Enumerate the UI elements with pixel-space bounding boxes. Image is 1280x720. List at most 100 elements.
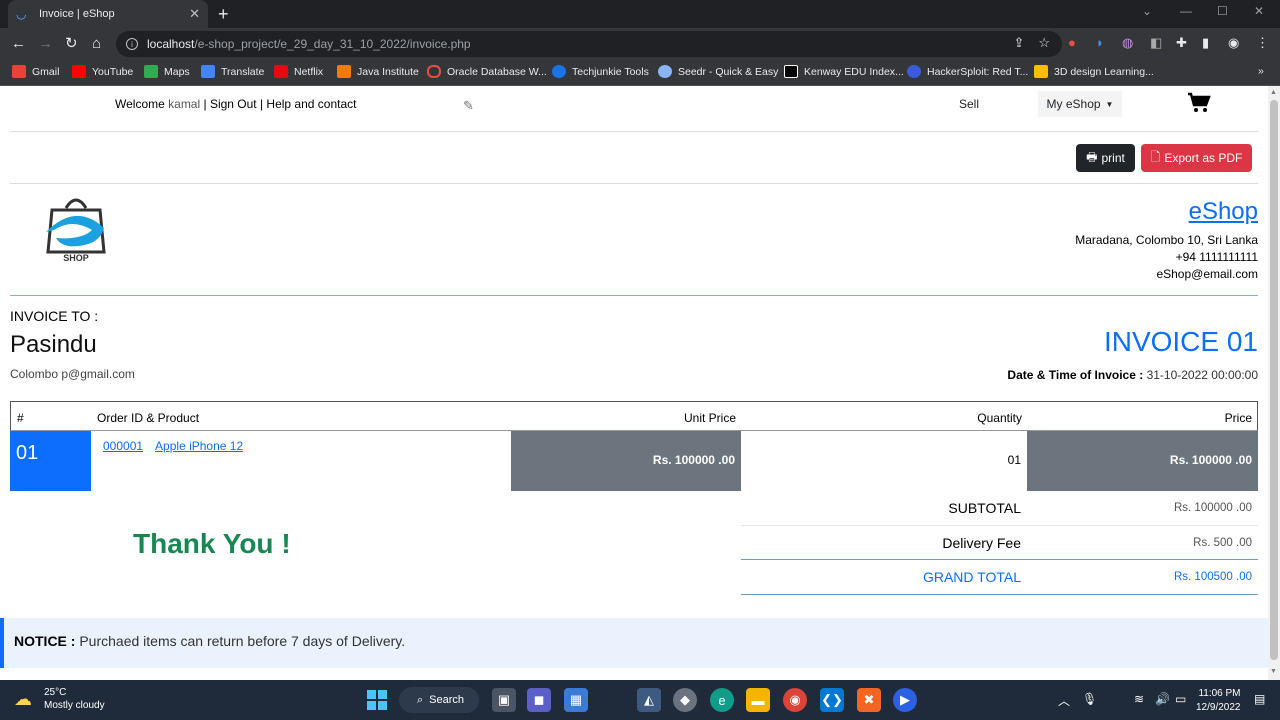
- windows-logo-icon: [367, 690, 387, 710]
- order-id-link[interactable]: 000001: [103, 439, 143, 453]
- extension-icon[interactable]: ◗: [1096, 34, 1104, 52]
- chrome-icon[interactable]: ◉: [783, 688, 807, 712]
- tab-search-icon[interactable]: ⌄: [1142, 4, 1152, 18]
- divider: [741, 594, 1258, 595]
- xampp-icon[interactable]: ✖: [857, 688, 881, 712]
- notification-icon[interactable]: ▤: [1254, 692, 1265, 706]
- microphone-icon[interactable]: 🎙: [1082, 692, 1097, 706]
- bookmark-youtube[interactable]: YouTube: [72, 65, 133, 78]
- grand-total-value: Rs. 100500 .00: [1173, 571, 1252, 583]
- shop-email: eShop@email.com: [1156, 267, 1258, 281]
- seedr-icon: [658, 65, 672, 78]
- sell-link[interactable]: Sell: [959, 97, 979, 111]
- zoom-icon[interactable]: ▶: [893, 688, 917, 712]
- task-view-icon[interactable]: ▣: [492, 688, 516, 712]
- taskbar-search[interactable]: ⌕ Search: [399, 687, 479, 713]
- product-link[interactable]: Apple iPhone 12: [155, 439, 243, 453]
- column-header-unit-price: Unit Price: [683, 411, 736, 425]
- store-icon[interactable]: ▦: [564, 688, 588, 712]
- row-price: Rs. 100000 .00: [1027, 431, 1258, 491]
- menu-kebab-icon[interactable]: ⋮: [1256, 34, 1269, 52]
- bookmark-oracle[interactable]: Oracle Database W...: [427, 65, 547, 78]
- page-scrollbar[interactable]: ▲ ▼: [1268, 86, 1280, 680]
- extension-icon[interactable]: ●: [1068, 34, 1076, 52]
- minimize-icon[interactable]: —: [1180, 4, 1192, 18]
- bookmark-netflix[interactable]: Netflix: [274, 65, 323, 78]
- pencil-icon: ✎: [463, 98, 474, 113]
- site-info-icon[interactable]: i: [126, 38, 138, 50]
- oracle-icon: [427, 65, 441, 78]
- search-icon: ⌕: [417, 693, 424, 706]
- thank-you-text: Thank You !: [133, 528, 291, 559]
- welcome-text: Welcome kamal | Sign Out | Help and cont…: [115, 97, 357, 111]
- column-header-product: Order ID & Product: [97, 411, 200, 425]
- shield-icon[interactable]: ◆: [673, 688, 697, 712]
- techjunkie-icon: [552, 65, 566, 78]
- shop-address: Maradana, Colombo 10, Sri Lanka: [1075, 233, 1258, 247]
- weather-desc: Mostly cloudy: [44, 700, 105, 711]
- back-icon[interactable]: ←: [11, 34, 26, 54]
- invoice-number: INVOICE 01: [1103, 326, 1258, 357]
- weather-widget[interactable]: ☁ 25°C Mostly cloudy: [14, 686, 105, 712]
- file-explorer-icon[interactable]: ▬: [746, 688, 770, 712]
- maps-icon: [144, 65, 158, 78]
- java-icon: [337, 65, 351, 78]
- invoice-page: Welcome kamal | Sign Out | Help and cont…: [0, 86, 1268, 680]
- start-button[interactable]: [365, 688, 389, 712]
- bookmark-hackersploit[interactable]: HackerSploit: Red T...: [907, 65, 1028, 78]
- cart-icon[interactable]: [1187, 92, 1211, 119]
- vscode-icon[interactable]: ❮❯: [820, 688, 844, 712]
- print-button[interactable]: 🖶 print: [1076, 144, 1135, 172]
- extension-icon[interactable]: ◧: [1150, 34, 1162, 52]
- bookmark-maps[interactable]: Maps: [144, 65, 190, 78]
- close-tab-icon[interactable]: ✕: [189, 6, 200, 22]
- home-icon[interactable]: ⌂: [92, 34, 101, 54]
- battery-icon[interactable]: ▭: [1175, 692, 1186, 706]
- column-header-price: Price: [1224, 411, 1252, 425]
- bookmark-star-icon[interactable]: ☆: [1038, 35, 1050, 51]
- bookmark-seedr[interactable]: Seedr - Quick & Easy: [658, 65, 778, 78]
- delivery-label: Delivery Fee: [942, 535, 1021, 551]
- windows-taskbar: ☁ 25°C Mostly cloudy ⌕ Search ▣ ◼ ▦ ◭ ◆ e…: [0, 680, 1280, 720]
- bookmark-kenway[interactable]: Kenway EDU Index...: [784, 65, 904, 78]
- new-tab-icon[interactable]: +: [218, 4, 229, 24]
- header-links[interactable]: | Sign Out | Help and contact: [200, 97, 356, 111]
- scroll-down-icon[interactable]: ▼: [1270, 668, 1277, 675]
- reload-icon[interactable]: ↻: [65, 34, 78, 54]
- wifi-icon[interactable]: ≋: [1134, 692, 1144, 706]
- my-eshop-dropdown[interactable]: My eShop ▼: [1038, 91, 1122, 117]
- shop-name-link[interactable]: eShop: [1189, 198, 1258, 226]
- extensions-puzzle-icon[interactable]: ✚: [1176, 34, 1187, 52]
- bookmark-java-institute[interactable]: Java Institute: [337, 65, 419, 78]
- side-panel-icon[interactable]: ▮: [1202, 34, 1209, 52]
- bookmark-translate[interactable]: Translate: [201, 65, 264, 78]
- bookmarks-overflow-icon[interactable]: »: [1258, 65, 1264, 77]
- chat-icon[interactable]: ◼: [527, 688, 551, 712]
- share-icon[interactable]: ⇪: [1013, 35, 1024, 51]
- scrollbar-thumb[interactable]: [1270, 100, 1278, 660]
- bookmark-gmail[interactable]: Gmail: [12, 65, 59, 78]
- table-row: 01 000001 Apple iPhone 12 Rs. 100000 .00 …: [10, 431, 1258, 491]
- address-bar[interactable]: i localhost/e-shop_project/e_29_day_31_1…: [116, 31, 1062, 57]
- monitor-icon[interactable]: ◭: [637, 688, 661, 712]
- row-number: 01: [10, 431, 91, 491]
- browser-tab[interactable]: ◡ Invoice | eShop ✕: [8, 0, 208, 28]
- close-window-icon[interactable]: ✕: [1254, 4, 1264, 18]
- bookmark-techjunkie[interactable]: Techjunkie Tools: [552, 65, 649, 78]
- scroll-up-icon[interactable]: ▲: [1270, 89, 1277, 96]
- volume-icon[interactable]: 🔊: [1155, 692, 1170, 706]
- forward-icon[interactable]: →: [38, 34, 53, 54]
- profile-avatar-icon[interactable]: ◉: [1228, 34, 1239, 52]
- bookmark-3d-design[interactable]: 3D design Learning...: [1034, 65, 1154, 78]
- extension-icon[interactable]: ◍: [1122, 34, 1133, 52]
- eshop-favicon-icon: ◡: [16, 7, 27, 21]
- maximize-icon[interactable]: ☐: [1217, 4, 1228, 18]
- kenway-icon: [784, 65, 798, 78]
- tray-chevron-icon[interactable]: ︿: [1058, 692, 1070, 709]
- system-clock[interactable]: 11:06 PM 12/9/2022: [1196, 687, 1241, 715]
- export-pdf-button[interactable]: 🗋 Export as PDF: [1141, 144, 1252, 172]
- column-header-quantity: Quantity: [977, 411, 1022, 425]
- customer-contact: Colombo p@gmail.com: [10, 367, 135, 381]
- divider: [10, 295, 1258, 296]
- edge-icon[interactable]: e: [710, 688, 734, 712]
